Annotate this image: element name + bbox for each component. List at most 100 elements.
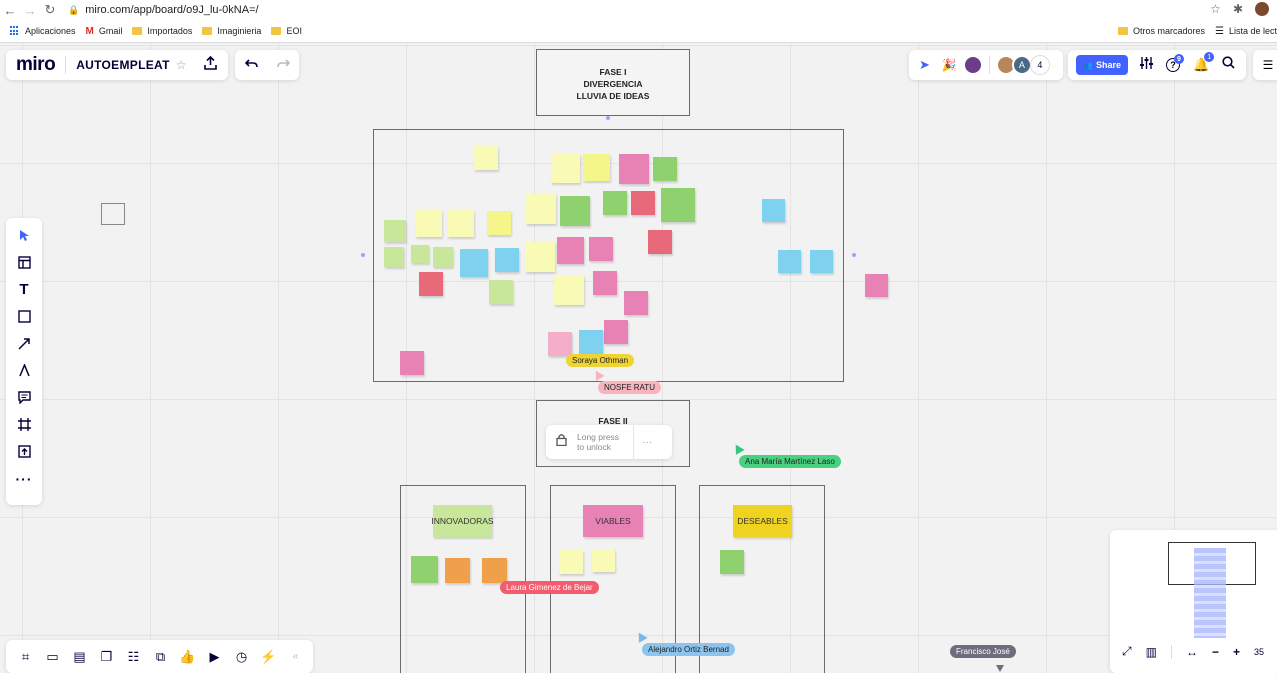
viables-header-sticky[interactable]: VIABLES <box>583 505 643 537</box>
comment-tool-icon[interactable] <box>6 384 42 411</box>
frame-tool-icon[interactable] <box>6 411 42 438</box>
sticky-note[interactable] <box>411 556 438 583</box>
empty-shape[interactable] <box>101 203 125 225</box>
sticky-note[interactable] <box>487 211 511 235</box>
video-icon[interactable]: ▶ <box>201 642 228 672</box>
comments-icon[interactable]: ▤ <box>66 642 93 672</box>
innovadoras-header-sticky[interactable]: INNOVADORAS <box>431 505 494 537</box>
timer-icon[interactable]: ◷ <box>228 642 255 672</box>
sticky-note[interactable] <box>631 191 655 215</box>
fit-screen-icon[interactable]: ⤢ <box>1122 644 1132 659</box>
vote-icon[interactable]: 👍 <box>174 642 201 672</box>
board-menu-panel[interactable]: ☰ <box>1253 50 1277 80</box>
address-bar[interactable]: 🔒 miro.com/app/board/o9J_lu-0kNA=/ <box>68 4 259 16</box>
bookmark-lista-lectura[interactable]: ☰ Lista de lect <box>1215 26 1277 37</box>
extensions-icon[interactable]: ✱ <box>1233 2 1243 16</box>
lock-icon[interactable] <box>556 433 567 451</box>
shape-tool-icon[interactable] <box>6 303 42 330</box>
share-button[interactable]: 👥 Share <box>1076 55 1128 75</box>
sticky-note[interactable] <box>460 249 488 277</box>
map-icon[interactable]: ▥ <box>1146 645 1157 659</box>
sticky-note[interactable] <box>619 154 649 184</box>
pen-tool-icon[interactable] <box>6 357 42 384</box>
collapse-icon[interactable]: « <box>282 642 309 672</box>
sticky-note[interactable] <box>411 245 429 263</box>
more-tools-icon[interactable]: ··· <box>6 465 42 492</box>
more-options-icon[interactable]: ··· <box>642 437 652 448</box>
sticky-note[interactable] <box>579 330 603 354</box>
sticky-note[interactable] <box>778 250 801 273</box>
sticky-note[interactable] <box>400 351 424 375</box>
back-icon[interactable]: ← <box>0 0 20 20</box>
sticky-note[interactable] <box>384 220 406 242</box>
sticky-note[interactable] <box>557 237 584 264</box>
undo-icon[interactable] <box>244 56 258 74</box>
sticky-note[interactable] <box>415 210 442 237</box>
board-name[interactable]: AUTOEMPLEAT <box>76 58 170 72</box>
export-icon[interactable] <box>204 55 218 75</box>
sticky-note[interactable] <box>474 146 498 170</box>
sticky-note[interactable] <box>433 247 453 267</box>
cards-icon[interactable]: ☷ <box>120 642 147 672</box>
fase1-title-box[interactable]: FASE I DIVERGENCIA LLUVIA DE IDEAS <box>536 49 690 116</box>
sticky-note[interactable] <box>560 196 590 226</box>
sticky-note[interactable] <box>495 248 519 272</box>
sticky-note[interactable] <box>489 280 513 304</box>
sticky-note[interactable] <box>445 558 470 583</box>
sticky-note[interactable] <box>525 242 555 272</box>
sticky-note[interactable] <box>559 550 583 574</box>
collaborator-count[interactable]: 4 <box>1029 55 1050 75</box>
sticky-note[interactable] <box>589 237 613 261</box>
bookmark-gmail[interactable]: M Gmail <box>86 26 123 37</box>
bookmark-eoi[interactable]: EOI <box>271 26 302 36</box>
fit-width-icon[interactable]: ↔ <box>1186 645 1198 659</box>
cursor-follow-icon[interactable]: ➤ <box>919 57 930 73</box>
miro-board-canvas[interactable]: miro AUTOEMPLEAT ☆ ➤ 🎉 A 4 👥 Share ? 9 🔔 1 <box>0 43 1277 673</box>
templates-tool-icon[interactable] <box>6 249 42 276</box>
sticky-note[interactable] <box>810 250 833 273</box>
zoom-out-icon[interactable]: − <box>1212 645 1219 659</box>
redo-icon[interactable] <box>276 56 290 74</box>
bookmark-otros[interactable]: Otros marcadores <box>1117 26 1205 37</box>
notifications-icon[interactable]: 🔔 1 <box>1193 52 1215 73</box>
sticky-note[interactable] <box>583 154 610 181</box>
frame-handle[interactable] <box>606 116 610 120</box>
star-icon[interactable]: ☆ <box>1210 2 1221 16</box>
celebrate-icon[interactable]: 🎉 <box>942 58 957 72</box>
frames-icon[interactable]: ⌗ <box>12 642 39 672</box>
sticky-note[interactable] <box>762 199 785 222</box>
help-icon[interactable]: ? 9 <box>1166 54 1184 72</box>
minimap[interactable]: ⤢ ▥ ↔ − + 35 <box>1110 530 1277 673</box>
sticky-note[interactable] <box>554 275 584 305</box>
sticky-note[interactable] <box>603 191 627 215</box>
sticky-note[interactable] <box>653 157 677 181</box>
search-icon[interactable] <box>1222 56 1235 74</box>
sticky-note[interactable] <box>548 332 572 356</box>
bookmark-imaginieria[interactable]: Imaginieria <box>202 26 261 36</box>
forward-icon[interactable]: → <box>20 0 40 20</box>
sticky-note[interactable] <box>592 549 615 572</box>
zoom-in-icon[interactable]: + <box>1233 645 1240 659</box>
profile-avatar[interactable] <box>1255 2 1269 16</box>
bookmark-apps[interactable]: Aplicaciones <box>10 26 76 36</box>
lightning-icon[interactable]: ⚡ <box>255 642 282 672</box>
frame-handle[interactable] <box>852 253 856 257</box>
connector-tool-icon[interactable] <box>6 330 42 357</box>
sticky-note[interactable] <box>419 272 443 296</box>
reload-icon[interactable]: ↻ <box>40 0 60 20</box>
collaborator-avatar-letter[interactable]: A <box>1011 55 1032 75</box>
sticky-note[interactable] <box>624 291 648 315</box>
share-screen-icon[interactable]: ⧉ <box>147 642 174 672</box>
sticky-note[interactable] <box>482 558 507 583</box>
sticky-note[interactable] <box>593 271 617 295</box>
chat-icon[interactable]: ❐ <box>93 642 120 672</box>
sticky-note[interactable] <box>526 194 556 224</box>
presentation-icon[interactable]: ▭ <box>39 642 66 672</box>
frame-handle[interactable] <box>361 253 365 257</box>
text-tool-icon[interactable]: T <box>6 276 42 303</box>
zoom-level[interactable]: 35 <box>1254 647 1264 657</box>
star-icon[interactable]: ☆ <box>176 58 187 72</box>
sticky-note[interactable] <box>384 247 404 267</box>
sticky-note[interactable] <box>551 154 580 183</box>
sticky-note[interactable] <box>865 274 888 297</box>
